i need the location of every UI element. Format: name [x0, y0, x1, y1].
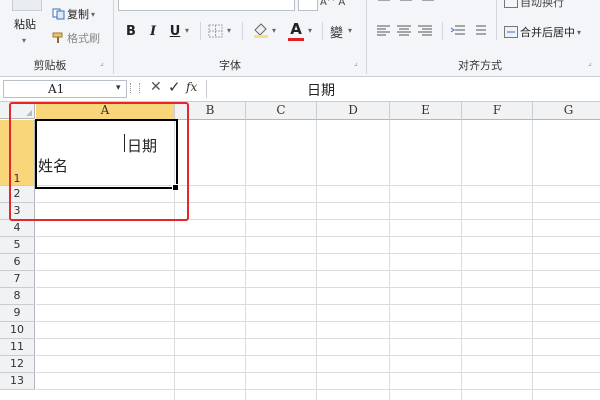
formula-bar: A1 ▾ ✕ ✓ fx 日期	[0, 77, 600, 102]
row-header-11[interactable]: 11	[0, 339, 35, 356]
grid-row-line	[36, 389, 600, 390]
grid-row-line	[36, 253, 600, 254]
font-size-combo[interactable]	[298, 0, 318, 11]
phonetic-dropdown-icon[interactable]: ▾	[348, 26, 352, 35]
wrap-text-label: 自动换行	[520, 0, 564, 9]
grid-column-line	[532, 120, 533, 400]
phonetic-guide-button[interactable]: 變	[330, 22, 343, 41]
font-color-dropdown-icon[interactable]: ▾	[308, 26, 312, 35]
copy-label: 复制	[67, 8, 89, 21]
paste-icon[interactable]	[12, 0, 42, 11]
horizontal-align-icons[interactable]	[376, 24, 436, 38]
paste-button[interactable]: 粘贴	[14, 16, 36, 32]
grid-column-line	[461, 120, 462, 400]
format-painter-button[interactable]: 格式刷	[52, 30, 100, 46]
enter-icon[interactable]: ✓	[168, 78, 181, 96]
ribbon-separator	[442, 22, 443, 40]
vertical-align-icons[interactable]	[376, 0, 456, 6]
column-header-c[interactable]: C	[246, 102, 317, 120]
grid-row-line	[36, 355, 600, 356]
ribbon-separator	[496, 0, 497, 40]
italic-button[interactable]: I	[145, 24, 161, 39]
grid-row-line	[36, 304, 600, 305]
ribbon-separator	[113, 0, 114, 74]
column-header-d[interactable]: D	[317, 102, 390, 120]
grid-column-line	[245, 120, 246, 400]
merge-center-icon	[504, 26, 518, 38]
ribbon: 粘贴 ▾ 复制 ▾ 格式刷 剪贴板 ⌟ A^ A˅ B I U ▾ ▾ ▾ A …	[0, 0, 600, 77]
grow-font-icon[interactable]: A^ A˅	[320, 0, 350, 8]
row-header-6[interactable]: 6	[0, 254, 35, 271]
grid-row-line	[36, 338, 600, 339]
format-painter-icon	[52, 32, 63, 43]
insert-function-button[interactable]: fx	[186, 80, 197, 94]
grid-row-line	[36, 287, 600, 288]
cancel-icon[interactable]: ✕	[150, 79, 162, 95]
column-header-g[interactable]: G	[533, 102, 600, 120]
merge-center-button[interactable]: 合并后居中 ▾	[504, 24, 581, 40]
borders-icon[interactable]	[208, 24, 224, 38]
indent-icons[interactable]	[450, 24, 490, 38]
grid-row-line	[36, 321, 600, 322]
merge-center-label: 合并后居中	[520, 26, 575, 39]
format-painter-label: 格式刷	[67, 32, 100, 45]
row-header-12[interactable]: 12	[0, 356, 35, 373]
name-box[interactable]: A1 ▾	[3, 80, 127, 98]
row-header-9[interactable]: 9	[0, 305, 35, 322]
fill-color-icon[interactable]	[252, 22, 270, 38]
row-header-10[interactable]: 10	[0, 322, 35, 339]
font-group-label: 字体	[219, 59, 241, 72]
alignment-group-label: 对齐方式	[458, 59, 502, 72]
highlight-box	[9, 102, 189, 221]
grid-row-line	[36, 236, 600, 237]
font-launcher-icon[interactable]: ⌟	[354, 58, 358, 67]
underline-dropdown-icon[interactable]: ▾	[185, 26, 189, 35]
borders-dropdown-icon[interactable]: ▾	[227, 26, 231, 35]
alignment-launcher-icon[interactable]: ⌟	[588, 58, 592, 67]
bold-button[interactable]: B	[123, 24, 139, 39]
column-header-e[interactable]: E	[390, 102, 462, 120]
wrap-text-icon	[504, 0, 518, 8]
row-header-8[interactable]: 8	[0, 288, 35, 305]
name-box-value: A1	[48, 82, 65, 96]
ribbon-separator	[322, 22, 323, 40]
row-header-4[interactable]: 4	[0, 220, 35, 237]
name-box-dropdown-icon[interactable]: ▾	[116, 83, 121, 93]
grid-column-line	[389, 120, 390, 400]
row-header-5[interactable]: 5	[0, 237, 35, 254]
worksheet-grid[interactable]: ABCDEFG 1 2 3 4 5 6 7 8 9 10 11 12 13 日期 姓名	[0, 102, 600, 400]
formula-input[interactable]: 日期	[206, 80, 599, 99]
splitter-handle[interactable]	[130, 83, 140, 93]
ribbon-separator	[242, 22, 243, 40]
underline-button[interactable]: U	[167, 24, 183, 39]
fill-color-dropdown-icon[interactable]: ▾	[272, 26, 276, 35]
clipboard-launcher-icon[interactable]: ⌟	[100, 58, 104, 67]
font-name-combo[interactable]	[118, 0, 295, 11]
font-color-swatch	[288, 38, 304, 41]
font-color-button[interactable]: A	[288, 20, 304, 38]
wrap-text-button[interactable]: 自动换行	[504, 0, 564, 10]
grid-row-line	[36, 270, 600, 271]
copy-dropdown-icon[interactable]: ▾	[91, 10, 95, 19]
row-header-7[interactable]: 7	[0, 271, 35, 288]
copy-icon	[52, 8, 65, 20]
merge-dropdown-icon[interactable]: ▾	[577, 28, 581, 37]
grid-row-line	[36, 372, 600, 373]
ribbon-separator	[366, 0, 367, 74]
row-header-13[interactable]: 13	[0, 373, 35, 390]
column-header-f[interactable]: F	[462, 102, 533, 120]
formula-content: 日期	[307, 83, 335, 99]
clipboard-group-label: 剪贴板	[33, 59, 67, 72]
ribbon-separator	[200, 22, 201, 40]
paste-dropdown-icon[interactable]: ▾	[22, 36, 26, 45]
grid-column-line	[316, 120, 317, 400]
paste-label: 粘贴	[14, 18, 36, 31]
copy-button[interactable]: 复制 ▾	[52, 6, 95, 22]
